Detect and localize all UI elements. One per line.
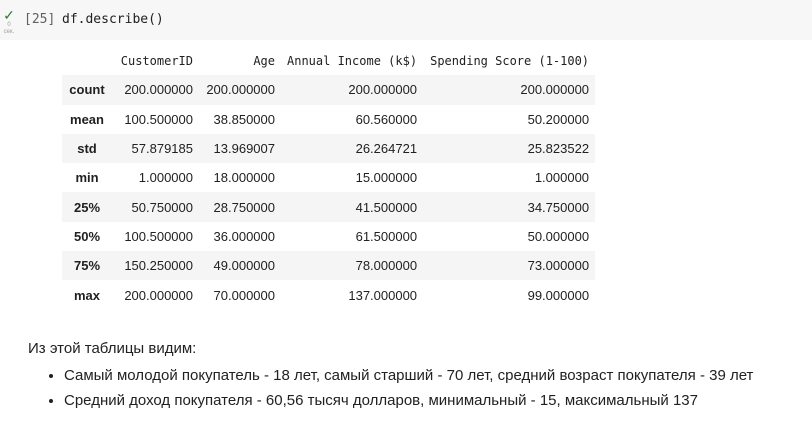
table-cell: 200.000000 <box>348 82 418 98</box>
table-cell: 61.500000 <box>355 228 418 244</box>
table-cell: 200.000000 <box>124 287 193 303</box>
table-cell: 150.250000 <box>124 258 193 274</box>
table-row: 50% 100.500000 36.000000 61.500000 50.00… <box>62 222 595 251</box>
table-cell: 49.000000 <box>213 258 275 274</box>
run-status[interactable]: ✓ 0 сек. <box>0 8 18 36</box>
row-label: max <box>73 287 101 303</box>
table-cell: 25.823522 <box>527 141 590 157</box>
execution-count: [25] <box>24 12 56 27</box>
table-cell: 26.264721 <box>355 141 418 157</box>
row-label: 50% <box>73 228 101 244</box>
check-icon: ✓ <box>3 7 15 23</box>
table-cell: 1.000000 <box>138 170 193 186</box>
table-header-row: CustomerID Age Annual Income (k$) Spendi… <box>62 46 595 75</box>
table-cell: 41.500000 <box>355 199 418 215</box>
table-row: 25% 50.750000 28.750000 41.500000 34.750… <box>62 192 596 222</box>
column-header: Spending Score (1-100) <box>430 53 590 68</box>
describe-output-table: CustomerID Age Annual Income (k$) Spendi… <box>62 46 596 310</box>
table-cell: 70.000000 <box>213 287 275 303</box>
table-cell: 78.000000 <box>355 258 418 274</box>
table-cell: 100.500000 <box>124 228 193 244</box>
table-row: max 200.000000 70.000000 137.000000 99.0… <box>62 280 595 309</box>
row-label: mean <box>70 111 104 127</box>
list-item: Самый молодой покупатель - 18 лет, самый… <box>64 366 753 385</box>
row-label: count <box>69 82 105 98</box>
table-cell: 137.000000 <box>348 287 418 303</box>
execution-time: 0 <box>7 22 11 28</box>
column-header: Age <box>253 53 275 68</box>
table-cell: 15.000000 <box>355 170 418 186</box>
execution-time-unit: сек. <box>3 29 15 35</box>
table-row: std 57.879185 13.969007 26.264721 25.823… <box>62 133 596 164</box>
table-row: mean 100.500000 38.850000 60.560000 50.2… <box>62 105 595 134</box>
table-cell: 50.750000 <box>131 199 193 215</box>
table-cell: 36.000000 <box>213 228 275 244</box>
table-cell: 100.500000 <box>124 111 193 127</box>
code-cell[interactable]: ✓ 0 сек. [25] df.describe() <box>0 0 812 40</box>
row-label: 25% <box>73 199 101 215</box>
column-header: CustomerID <box>120 53 193 68</box>
table-row: min 1.000000 18.000000 15.000000 1.00000… <box>62 163 595 192</box>
bullet-list: Самый молодой покупатель - 18 лет, самый… <box>28 366 753 410</box>
table-cell: 200.000000 <box>520 82 590 98</box>
list-item: Средний доход покупателя - 60,56 тысяч д… <box>64 391 753 410</box>
table-cell: 60.560000 <box>355 111 418 127</box>
table-row: count 200.000000 200.000000 200.000000 2… <box>62 75 596 105</box>
table-row: 75% 150.250000 49.000000 78.000000 73.00… <box>62 251 596 281</box>
table-cell: 200.000000 <box>206 82 275 98</box>
column-header: Annual Income (k$) <box>287 53 418 68</box>
column-header <box>62 46 112 75</box>
table-cell: 28.750000 <box>213 199 275 215</box>
table-cell: 1.000000 <box>534 170 590 186</box>
table-cell: 57.879185 <box>131 141 193 157</box>
table-cell: 99.000000 <box>527 287 590 303</box>
row-label: std <box>77 141 97 157</box>
markdown-cell[interactable]: Из этой таблицы видим: Самый молодой пок… <box>28 340 753 416</box>
table-cell: 34.750000 <box>527 199 590 215</box>
table-cell: 200.000000 <box>124 82 193 98</box>
table-cell: 50.000000 <box>527 228 590 244</box>
table-cell: 50.200000 <box>527 111 590 127</box>
row-label: min <box>75 170 99 186</box>
intro-text: Из этой таблицы видим: <box>28 340 197 357</box>
table-cell: 73.000000 <box>527 258 590 274</box>
row-label: 75% <box>73 258 101 274</box>
table-cell: 13.969007 <box>213 141 275 157</box>
table-cell: 18.000000 <box>213 170 275 186</box>
table-cell: 38.850000 <box>213 111 275 127</box>
code-editor[interactable]: df.describe() <box>62 12 164 27</box>
